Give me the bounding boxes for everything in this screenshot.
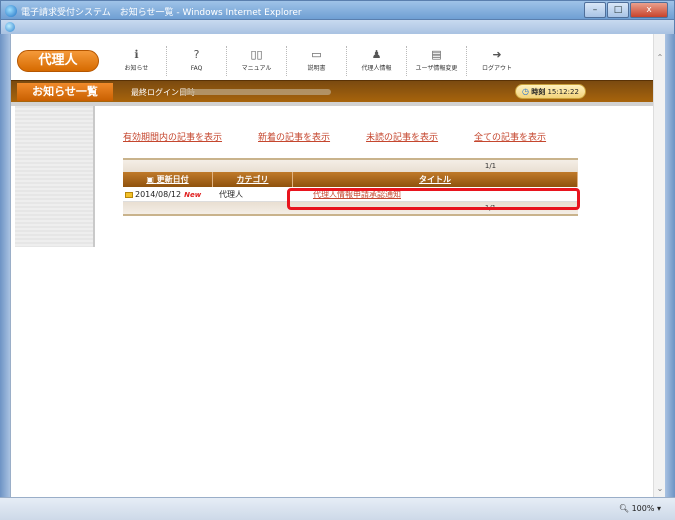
zoom-level[interactable]: 🔍︎ 100% ▾ bbox=[619, 504, 661, 513]
pager-top: 1/1 bbox=[123, 158, 578, 172]
maximize-button[interactable]: □ bbox=[607, 2, 629, 18]
cell-date: 2014/08/12 New bbox=[123, 187, 213, 201]
minimize-button[interactable]: – bbox=[584, 2, 606, 18]
faq-icon: ? bbox=[193, 48, 200, 61]
header-category[interactable]: カテゴリ bbox=[213, 172, 293, 187]
site-header: 代理人 ℹ お知らせ ? FAQ ▯▯ マニュアル ▭ 説明書 ♟ 代理人情報 bbox=[11, 34, 654, 78]
last-login-value-redacted bbox=[181, 89, 331, 95]
table-header: ▣ 更新日付 カテゴリ タイトル bbox=[123, 172, 578, 187]
scroll-up-icon[interactable]: ⌃ bbox=[654, 52, 666, 64]
filter-links: 有効期間内の記事を表示 新着の記事を表示 未読の記事を表示 全ての記事を表示 bbox=[123, 130, 582, 143]
highlight-box bbox=[287, 188, 580, 210]
nav-label: 代理人情報 bbox=[361, 65, 392, 72]
document-icon: ▭ bbox=[311, 48, 322, 61]
nav-label: ログアウト bbox=[481, 65, 512, 72]
filter-new-link[interactable]: 新着の記事を表示 bbox=[258, 130, 330, 143]
browser-viewport: 代理人 ℹ お知らせ ? FAQ ▯▯ マニュアル ▭ 説明書 ♟ 代理人情報 bbox=[10, 34, 665, 497]
date-value: 2014/08/12 bbox=[135, 190, 182, 199]
nav-news[interactable]: ℹ お知らせ bbox=[107, 46, 167, 76]
nav-faq[interactable]: ? FAQ bbox=[167, 46, 227, 76]
window-frame-left bbox=[0, 34, 10, 497]
nav-label: 説明書 bbox=[307, 65, 326, 72]
header-date[interactable]: ▣ 更新日付 bbox=[123, 172, 213, 187]
page-icon bbox=[5, 22, 15, 32]
browser-toolbar bbox=[0, 20, 675, 34]
person-icon: ♟ bbox=[371, 48, 382, 61]
nav-label: お知らせ bbox=[124, 65, 149, 72]
header-title[interactable]: タイトル bbox=[293, 172, 578, 187]
info-icon: ℹ bbox=[134, 48, 139, 61]
clock-badge: ◷ 時刻 15:12:22 bbox=[515, 84, 586, 99]
page-subbar: お知らせ一覧 最終ログイン日時 ◷ 時刻 15:12:22 bbox=[11, 80, 654, 102]
status-bar: 🔍︎ 100% ▾ bbox=[0, 497, 675, 520]
window-frame-right bbox=[665, 34, 675, 497]
filter-valid-period-link[interactable]: 有効期間内の記事を表示 bbox=[123, 130, 222, 143]
sort-icon: ▣ bbox=[146, 175, 157, 184]
nav-user-settings[interactable]: ▤ ユーザ情報変更 bbox=[407, 46, 467, 76]
new-badge: New bbox=[184, 191, 202, 199]
divider bbox=[11, 102, 654, 106]
book-icon: ▯▯ bbox=[250, 48, 263, 61]
nav-agent-info[interactable]: ♟ 代理人情報 bbox=[347, 46, 407, 76]
close-button[interactable]: x bbox=[630, 2, 668, 18]
nav-label: マニュアル bbox=[241, 65, 272, 72]
nav-manual[interactable]: ▯▯ マニュアル bbox=[227, 46, 287, 76]
window-titlebar: 電子請求受付システム お知らせ一覧 - Windows Internet Exp… bbox=[0, 0, 675, 20]
header-date-label: 更新日付 bbox=[156, 175, 189, 184]
zoom-value: 100% bbox=[631, 504, 655, 513]
window-controls: – □ x bbox=[583, 2, 668, 18]
nav-logout[interactable]: ➜ ログアウト bbox=[467, 46, 527, 76]
clock-time: 15:12:22 bbox=[547, 88, 579, 96]
vertical-scrollbar[interactable]: ⌃ ⌄ bbox=[653, 34, 665, 497]
brand-button[interactable]: 代理人 bbox=[17, 50, 99, 72]
clock-icon: ◷ bbox=[522, 87, 529, 96]
logout-icon: ➜ bbox=[492, 48, 502, 61]
id-card-icon: ▤ bbox=[431, 48, 442, 61]
filter-unread-link[interactable]: 未読の記事を表示 bbox=[366, 130, 438, 143]
filter-all-link[interactable]: 全ての記事を表示 bbox=[474, 130, 546, 143]
cell-category: 代理人 bbox=[219, 190, 243, 199]
clock-label: 時刻 bbox=[531, 88, 546, 96]
left-sidebar bbox=[15, 106, 95, 247]
mail-icon bbox=[125, 191, 133, 198]
nav-label: ユーザ情報変更 bbox=[415, 65, 458, 72]
scroll-down-icon[interactable]: ⌄ bbox=[654, 483, 666, 495]
zoom-icon: 🔍︎ bbox=[618, 504, 632, 513]
nav-instructions[interactable]: ▭ 説明書 bbox=[287, 46, 347, 76]
main-nav: ℹ お知らせ ? FAQ ▯▯ マニュアル ▭ 説明書 ♟ 代理人情報 ▤ ユー… bbox=[107, 46, 643, 76]
internet-explorer-icon bbox=[5, 5, 17, 17]
window-title: 電子請求受付システム お知らせ一覧 - Windows Internet Exp… bbox=[21, 8, 302, 18]
page-title: お知らせ一覧 bbox=[17, 83, 113, 101]
nav-label: FAQ bbox=[190, 65, 203, 72]
